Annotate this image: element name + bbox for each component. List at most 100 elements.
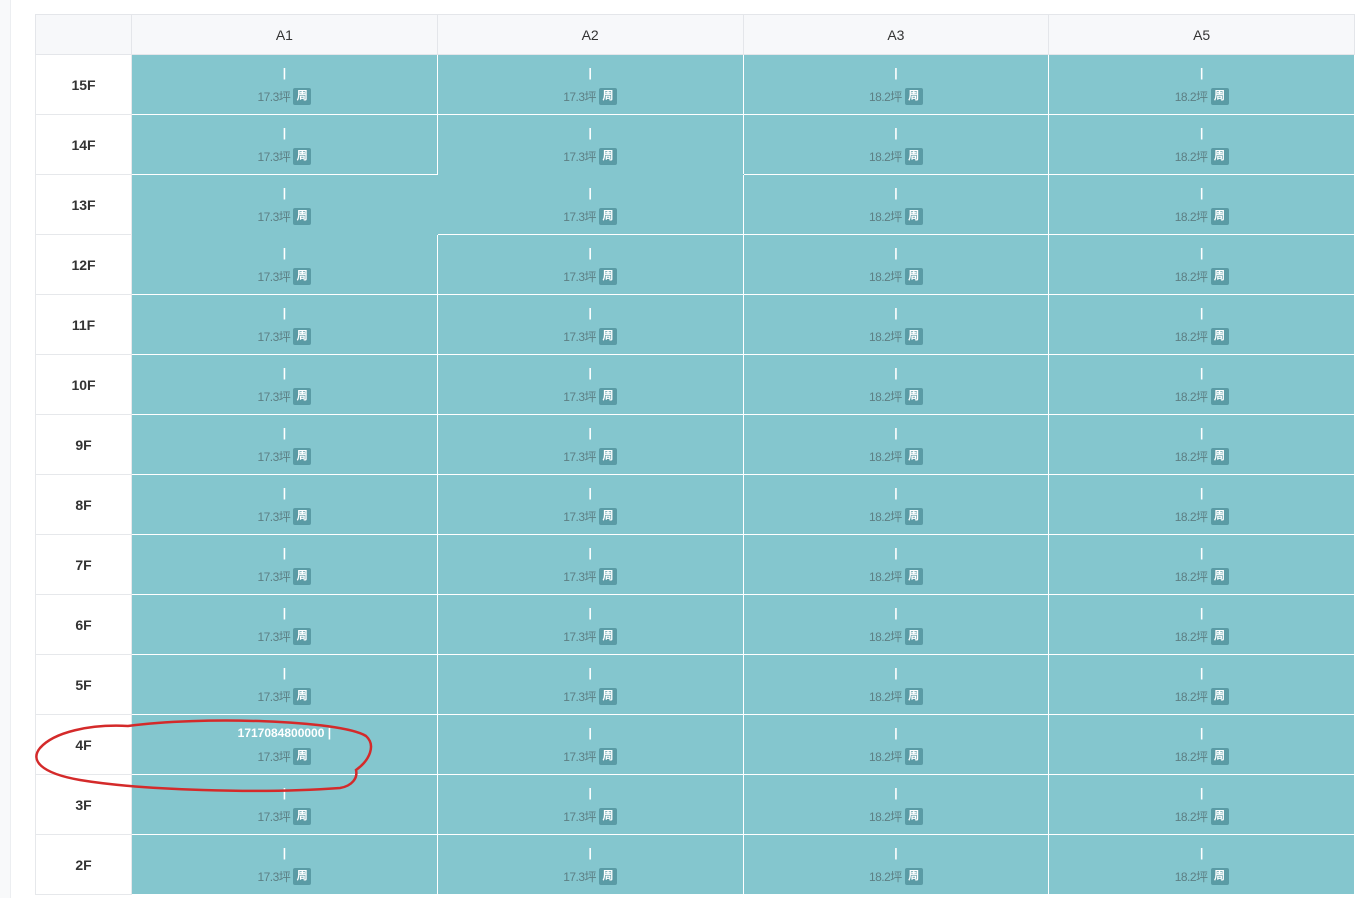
week-badge[interactable]: 周: [904, 448, 923, 465]
unit-cell[interactable]: | 18.2坪周: [1048, 774, 1355, 835]
week-badge[interactable]: 周: [904, 268, 923, 285]
week-badge[interactable]: 周: [1210, 748, 1229, 765]
week-badge[interactable]: 周: [293, 868, 312, 885]
week-badge[interactable]: 周: [904, 148, 923, 165]
unit-cell[interactable]: | 17.3坪周: [131, 594, 438, 655]
unit-cell[interactable]: | 18.2坪周: [743, 114, 1050, 175]
week-badge[interactable]: 周: [1210, 508, 1229, 525]
unit-cell[interactable]: | 18.2坪周: [743, 294, 1050, 355]
unit-cell[interactable]: | 18.2坪周: [743, 174, 1050, 235]
week-badge[interactable]: 周: [1210, 148, 1229, 165]
week-badge[interactable]: 周: [293, 208, 312, 225]
week-badge[interactable]: 周: [1210, 568, 1229, 585]
week-badge[interactable]: 周: [599, 748, 618, 765]
unit-cell[interactable]: | 18.2坪周: [1048, 174, 1355, 235]
week-badge[interactable]: 周: [293, 388, 312, 405]
unit-cell[interactable]: | 18.2坪周: [743, 354, 1050, 415]
unit-cell[interactable]: | 17.3坪周: [437, 414, 744, 475]
week-badge[interactable]: 周: [1210, 388, 1229, 405]
unit-cell[interactable]: | 17.3坪周: [131, 294, 438, 355]
unit-cell[interactable]: | 17.3坪周: [131, 234, 438, 295]
week-badge[interactable]: 周: [1210, 808, 1229, 825]
week-badge[interactable]: 周: [904, 208, 923, 225]
unit-cell[interactable]: | 17.3坪周: [131, 654, 438, 715]
unit-cell[interactable]: | 18.2坪周: [1048, 414, 1355, 475]
week-badge[interactable]: 周: [293, 328, 312, 345]
week-badge[interactable]: 周: [599, 88, 618, 105]
unit-cell[interactable]: | 18.2坪周: [743, 594, 1050, 655]
unit-cell[interactable]: | 17.3坪周: [131, 414, 438, 475]
unit-cell[interactable]: | 17.3坪周: [437, 114, 744, 175]
unit-cell[interactable]: | 17.3坪周: [131, 534, 438, 595]
unit-cell[interactable]: 1717084800000 | 17.3坪周: [131, 714, 438, 775]
week-badge[interactable]: 周: [599, 268, 618, 285]
unit-cell[interactable]: | 17.3坪周: [131, 54, 438, 115]
week-badge[interactable]: 周: [599, 328, 618, 345]
week-badge[interactable]: 周: [293, 268, 312, 285]
unit-cell[interactable]: | 18.2坪周: [1048, 354, 1355, 415]
week-badge[interactable]: 周: [1210, 328, 1229, 345]
week-badge[interactable]: 周: [599, 208, 618, 225]
week-badge[interactable]: 周: [904, 568, 923, 585]
week-badge[interactable]: 周: [904, 388, 923, 405]
unit-cell[interactable]: | 17.3坪周: [131, 774, 438, 835]
unit-cell[interactable]: | 18.2坪周: [743, 474, 1050, 535]
week-badge[interactable]: 周: [293, 148, 312, 165]
week-badge[interactable]: 周: [293, 568, 312, 585]
unit-cell[interactable]: | 17.3坪周: [437, 234, 744, 295]
unit-cell[interactable]: | 17.3坪周: [437, 594, 744, 655]
unit-cell[interactable]: | 18.2坪周: [743, 714, 1050, 775]
unit-cell[interactable]: | 18.2坪周: [1048, 714, 1355, 775]
week-badge[interactable]: 周: [1210, 88, 1229, 105]
week-badge[interactable]: 周: [599, 388, 618, 405]
week-badge[interactable]: 周: [293, 628, 312, 645]
unit-cell[interactable]: | 17.3坪周: [437, 534, 744, 595]
unit-cell[interactable]: | 17.3坪周: [437, 474, 744, 535]
unit-cell[interactable]: | 17.3坪周: [131, 174, 438, 235]
unit-cell[interactable]: | 17.3坪周: [131, 114, 438, 175]
unit-cell[interactable]: | 17.3坪周: [131, 834, 438, 895]
week-badge[interactable]: 周: [599, 808, 618, 825]
unit-cell[interactable]: | 18.2坪周: [743, 774, 1050, 835]
unit-cell[interactable]: | 18.2坪周: [1048, 534, 1355, 595]
week-badge[interactable]: 周: [293, 508, 312, 525]
week-badge[interactable]: 周: [293, 748, 312, 765]
week-badge[interactable]: 周: [293, 448, 312, 465]
week-badge[interactable]: 周: [293, 88, 312, 105]
unit-cell[interactable]: | 17.3坪周: [437, 834, 744, 895]
week-badge[interactable]: 周: [599, 148, 618, 165]
unit-cell[interactable]: | 18.2坪周: [1048, 234, 1355, 295]
unit-cell[interactable]: | 17.3坪周: [437, 714, 744, 775]
unit-cell[interactable]: | 18.2坪周: [743, 834, 1050, 895]
unit-cell[interactable]: | 18.2坪周: [1048, 294, 1355, 355]
unit-cell[interactable]: | 18.2坪周: [1048, 654, 1355, 715]
week-badge[interactable]: 周: [599, 508, 618, 525]
week-badge[interactable]: 周: [904, 88, 923, 105]
unit-cell[interactable]: | 18.2坪周: [743, 54, 1050, 115]
unit-cell[interactable]: | 17.3坪周: [131, 474, 438, 535]
week-badge[interactable]: 周: [599, 628, 618, 645]
week-badge[interactable]: 周: [904, 328, 923, 345]
week-badge[interactable]: 周: [1210, 628, 1229, 645]
unit-cell[interactable]: | 18.2坪周: [743, 234, 1050, 295]
week-badge[interactable]: 周: [1210, 268, 1229, 285]
unit-cell[interactable]: | 17.3坪周: [437, 54, 744, 115]
unit-cell[interactable]: | 18.2坪周: [743, 654, 1050, 715]
unit-cell[interactable]: | 18.2坪周: [1048, 54, 1355, 115]
unit-cell[interactable]: | 18.2坪周: [1048, 594, 1355, 655]
week-badge[interactable]: 周: [599, 568, 618, 585]
week-badge[interactable]: 周: [904, 688, 923, 705]
unit-cell[interactable]: | 17.3坪周: [437, 294, 744, 355]
week-badge[interactable]: 周: [904, 868, 923, 885]
week-badge[interactable]: 周: [1210, 448, 1229, 465]
week-badge[interactable]: 周: [904, 808, 923, 825]
week-badge[interactable]: 周: [293, 688, 312, 705]
week-badge[interactable]: 周: [904, 508, 923, 525]
unit-cell[interactable]: | 17.3坪周: [131, 354, 438, 415]
unit-cell[interactable]: | 17.3坪周: [437, 354, 744, 415]
unit-cell[interactable]: | 18.2坪周: [1048, 474, 1355, 535]
unit-cell[interactable]: | 18.2坪周: [1048, 114, 1355, 175]
week-badge[interactable]: 周: [1210, 688, 1229, 705]
unit-cell[interactable]: | 18.2坪周: [743, 414, 1050, 475]
week-badge[interactable]: 周: [1210, 208, 1229, 225]
